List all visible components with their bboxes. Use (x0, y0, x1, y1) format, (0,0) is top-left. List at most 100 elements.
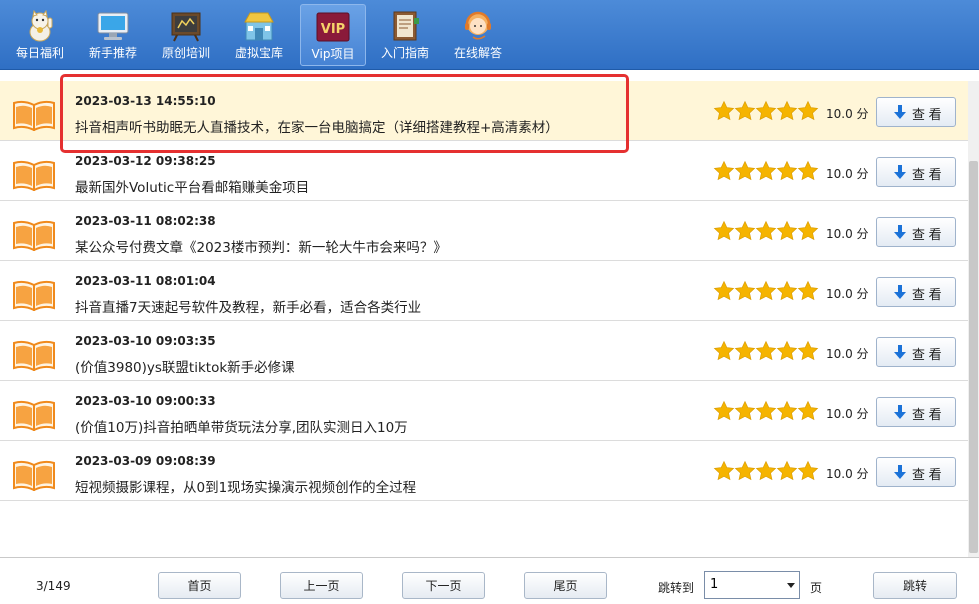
view-button-label: 查 看 (912, 347, 942, 362)
star-icon (797, 460, 819, 481)
item-title[interactable]: 抖音相声听书助眠无人直播技术，在家一台电脑搞定（详细搭建教程+高清素材） (75, 116, 559, 136)
view-button-label: 查 看 (912, 227, 942, 242)
view-button-label: 查 看 (912, 287, 942, 302)
list-item[interactable]: 2023-03-10 09:00:33 (价值10万)抖音拍晒单带货玩法分享,团… (0, 381, 968, 441)
star-icon (713, 100, 735, 121)
vip-icon: VIP (316, 12, 350, 42)
vertical-scrollbar[interactable] (968, 81, 979, 557)
item-title[interactable]: (价值3980)ys联盟tiktok新手必修课 (75, 356, 295, 376)
star-icon (713, 160, 735, 181)
view-button[interactable]: 查 看 (876, 337, 956, 367)
toolbar-item-label: 入门指南 (380, 46, 429, 60)
page-unit-label: 页 (810, 581, 823, 595)
chevron-down-icon (787, 583, 795, 588)
star-icon (734, 340, 756, 361)
star-icon (755, 400, 777, 421)
jump-button[interactable]: 跳转 (873, 572, 957, 599)
toolbar-item-vip-projects[interactable]: VIP Vip项目 (300, 4, 366, 66)
item-score: 10.0 分 (826, 227, 869, 241)
prev-page-button[interactable]: 上一页 (280, 572, 363, 599)
toolbar-item-beginner-recommend[interactable]: 新手推荐 (80, 4, 146, 66)
star-icon (755, 460, 777, 481)
item-score: 10.0 分 (826, 167, 869, 181)
view-button[interactable]: 查 看 (876, 277, 956, 307)
toolbar-item-daily-welfare[interactable]: 每日福利 (7, 4, 73, 66)
list-item[interactable]: 2023-03-10 09:03:35 (价值3980)ys联盟tiktok新手… (0, 321, 968, 381)
star-icon (797, 160, 819, 181)
toolbar-item-virtual-treasury[interactable]: 虚拟宝库 (226, 4, 292, 66)
star-icon (755, 340, 777, 361)
last-page-button[interactable]: 尾页 (524, 572, 607, 599)
open-book-icon (13, 100, 55, 131)
item-title[interactable]: 最新国外Volutic平台看邮箱赚美金项目 (75, 176, 309, 196)
item-date: 2023-03-10 09:03:35 (75, 334, 216, 348)
view-button[interactable]: 查 看 (876, 97, 956, 127)
toolbar-item-label: 原创培训 (161, 46, 210, 60)
view-button[interactable]: 查 看 (876, 157, 956, 187)
item-date: 2023-03-10 09:00:33 (75, 394, 216, 408)
list-item[interactable]: 2023-03-11 08:01:04 抖音直播7天速起号软件及教程，新手必看，… (0, 261, 968, 321)
star-icon (797, 340, 819, 361)
view-button-label: 查 看 (912, 107, 942, 122)
item-title[interactable]: 某公众号付费文章《2023楼市预判：新一轮大牛市会来吗？》 (75, 236, 447, 256)
star-icon (734, 220, 756, 241)
star-icon (734, 160, 756, 181)
star-icon (713, 340, 735, 361)
download-arrow-icon (894, 285, 906, 299)
open-book-icon (13, 340, 55, 371)
download-arrow-icon (894, 165, 906, 179)
star-icon (734, 460, 756, 481)
star-icon (755, 100, 777, 121)
download-arrow-icon (894, 405, 906, 419)
view-button-label: 查 看 (912, 167, 942, 182)
toolbar-item-label: 新手推荐 (88, 46, 137, 60)
star-icon (713, 280, 735, 301)
toolbar-item-getting-started[interactable]: 入门指南 (372, 4, 438, 66)
star-icon (797, 220, 819, 241)
page-number-select[interactable]: 1 (704, 571, 800, 599)
item-title[interactable]: 抖音直播7天速起号软件及教程，新手必看，适合各类行业 (75, 296, 421, 316)
list-item[interactable]: 2023-03-11 08:02:38 某公众号付费文章《2023楼市预判：新一… (0, 201, 968, 261)
download-arrow-icon (894, 105, 906, 119)
open-book-icon (13, 160, 55, 191)
star-icon (734, 400, 756, 421)
lucky-cat-icon (29, 10, 53, 42)
star-icon (734, 100, 756, 121)
rating-stars (713, 280, 819, 304)
list-item[interactable]: 2023-03-12 09:38:25 最新国外Volutic平台看邮箱赚美金项… (0, 141, 968, 201)
rating-stars (713, 340, 819, 364)
item-title[interactable]: 短视频摄影课程，从0到1现场实操演示视频创作的全过程 (75, 476, 416, 496)
view-button[interactable]: 查 看 (876, 397, 956, 427)
page-indicator: 3/149 (36, 579, 71, 593)
view-button[interactable]: 查 看 (876, 217, 956, 247)
toolbar-item-online-answer[interactable]: 在线解答 (445, 4, 511, 66)
open-book-icon (13, 460, 55, 491)
star-icon (755, 220, 777, 241)
support-agent-icon (465, 11, 491, 40)
item-title[interactable]: (价值10万)抖音拍晒单带货玩法分享,团队实测日入10万 (75, 416, 408, 436)
monitor-icon (97, 12, 129, 40)
guide-book-icon (393, 11, 419, 41)
list-item[interactable]: 2023-03-13 14:55:10 抖音相声听书助眠无人直播技术，在家一台电… (0, 81, 968, 141)
list-item[interactable]: 2023-03-09 09:08:39 短视频摄影课程，从0到1现场实操演示视频… (0, 441, 968, 501)
toolbar-item-original-training[interactable]: 原创培训 (153, 4, 219, 66)
item-score: 10.0 分 (826, 287, 869, 301)
item-date: 2023-03-13 14:55:10 (75, 94, 216, 108)
item-date: 2023-03-12 09:38:25 (75, 154, 216, 168)
item-score: 10.0 分 (826, 467, 869, 481)
next-page-button[interactable]: 下一页 (402, 572, 485, 599)
rating-stars (713, 400, 819, 424)
star-icon (776, 460, 798, 481)
jump-to-label: 跳转到 (658, 581, 695, 595)
star-icon (776, 220, 798, 241)
view-button[interactable]: 查 看 (876, 457, 956, 487)
scrollbar-thumb[interactable] (969, 161, 978, 553)
toolbar-item-label: Vip项目 (311, 47, 355, 61)
star-icon (734, 280, 756, 301)
first-page-button[interactable]: 首页 (158, 572, 241, 599)
view-button-label: 查 看 (912, 407, 942, 422)
star-icon (713, 220, 735, 241)
rating-stars (713, 100, 819, 124)
store-icon (244, 12, 274, 41)
star-icon (755, 160, 777, 181)
